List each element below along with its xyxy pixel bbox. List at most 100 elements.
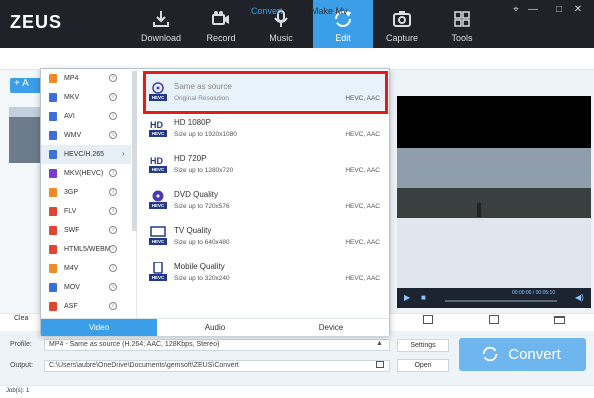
stop-icon[interactable]: ■: [421, 293, 426, 302]
output-path-field[interactable]: C:\Users\aubre\OneDrive\Documents\gemsof…: [44, 360, 390, 372]
convert-button[interactable]: Convert: [459, 338, 586, 371]
hevc-badge: HEVC: [149, 166, 167, 173]
selection-highlight: [143, 71, 388, 114]
preset-name: HD 1080P: [174, 118, 211, 127]
format-list: MP4 i MKV i AVI i WMV i HEVC/H.265 › MKV(HEVC) i 3GP…: [41, 69, 137, 318]
download-icon: [153, 11, 169, 27]
clean-button[interactable]: Clea: [14, 315, 28, 322]
info-icon[interactable]: i: [109, 112, 117, 120]
info-icon[interactable]: i: [109, 302, 117, 310]
minimize-button[interactable]: —: [527, 4, 539, 15]
open-button[interactable]: Open: [397, 359, 449, 372]
format-name: FLV: [64, 208, 77, 215]
profile-field[interactable]: MP4 - Same as source (H.264; AAC, 128Kbp…: [44, 339, 390, 351]
info-icon[interactable]: i: [109, 188, 117, 196]
format-list-scrollbar[interactable]: [132, 71, 137, 231]
popup-tabs: Video Audio Device: [41, 318, 389, 336]
nav-record-label: Record: [206, 33, 236, 43]
format-file-icon: [49, 169, 57, 178]
play-icon[interactable]: ▶: [404, 293, 410, 302]
info-icon[interactable]: i: [109, 74, 117, 82]
format-item[interactable]: 3GP i: [41, 183, 131, 202]
format-name: SWF: [64, 227, 80, 234]
tab-audio[interactable]: Audio: [157, 318, 273, 336]
maximize-button[interactable]: □: [553, 4, 565, 15]
format-item[interactable]: MKV(HEVC) i: [41, 164, 131, 183]
video-preview: [397, 148, 591, 288]
convert-label: Convert: [508, 346, 561, 363]
hd-icon: HD HEVC: [149, 154, 167, 174]
preset-description: Size up to 640x480: [174, 239, 230, 246]
format-name: 3GP: [64, 189, 79, 196]
preset-description: Size up to 1280x720: [174, 167, 234, 174]
format-item[interactable]: MKV i: [41, 88, 131, 107]
timecode: 00:00:00 / 00:05:10: [512, 290, 556, 296]
settings-button[interactable]: Settings: [397, 339, 449, 352]
preset-item[interactable]: HEVC Mobile Quality Size up to 320x240 HEVC…: [142, 254, 388, 290]
profile-label: Profile:: [10, 341, 32, 348]
folder-icon[interactable]: [554, 316, 565, 324]
convert-icon: [482, 346, 498, 362]
nav-music-label: Music: [269, 33, 293, 43]
camera-icon: [212, 11, 229, 25]
tab-convert[interactable]: Convert: [251, 6, 283, 16]
nav-record[interactable]: Record: [191, 0, 251, 48]
hevc-badge: HEVC: [149, 202, 167, 209]
format-file-icon: [49, 112, 57, 121]
video-trees: [397, 188, 591, 218]
seek-bar[interactable]: [445, 300, 557, 302]
screenshot-icon[interactable]: [423, 315, 433, 324]
preset-item[interactable]: HD HEVC HD 1080P Size up to 1920x1080 HEVC, …: [142, 110, 388, 146]
format-item[interactable]: HEVC/H.265 ›: [41, 145, 131, 164]
format-item[interactable]: WMV i: [41, 126, 131, 145]
preset-item[interactable]: HEVC TV Quality Size up to 640x480 HEVC, AA…: [142, 218, 388, 254]
nav-capture[interactable]: Capture: [372, 0, 432, 48]
pin-button[interactable]: ⌖: [510, 4, 522, 15]
info-icon[interactable]: i: [109, 131, 117, 139]
preset-name: HD 720P: [174, 154, 207, 163]
format-name: MKV(HEVC): [64, 170, 104, 177]
volume-icon[interactable]: ◀): [575, 293, 584, 302]
nav-capture-label: Capture: [385, 33, 419, 43]
format-name: MKV: [64, 94, 80, 101]
preset-description: Size up to 1920x1080: [174, 131, 237, 138]
add-file-button[interactable]: + A: [10, 78, 42, 93]
format-item[interactable]: MOV i: [41, 278, 131, 297]
info-icon[interactable]: i: [109, 264, 117, 272]
format-item[interactable]: FLV i: [41, 202, 131, 221]
format-item[interactable]: MP4 i: [41, 69, 131, 88]
preset-codec: HEVC, AAC: [345, 203, 380, 210]
browse-folder-icon[interactable]: [376, 361, 384, 368]
chevron-up-icon[interactable]: ▲: [376, 340, 383, 347]
info-icon[interactable]: i: [109, 169, 117, 177]
format-item[interactable]: M4V i: [41, 259, 131, 278]
preset-codec: HEVC, AAC: [345, 167, 380, 174]
nav-edit-label: Edit: [335, 33, 351, 43]
file-thumbnail-header: [9, 107, 41, 117]
info-icon[interactable]: i: [109, 226, 117, 234]
format-file-icon: [49, 302, 57, 311]
app-logo: ZEUS: [10, 12, 63, 32]
info-icon[interactable]: i: [109, 207, 117, 215]
format-item[interactable]: AVI i: [41, 107, 131, 126]
nav-tools[interactable]: Tools: [432, 0, 492, 48]
image-icon[interactable]: [489, 315, 499, 324]
tab-device[interactable]: Device: [273, 318, 389, 336]
preset-description: Size up to 720x576: [174, 203, 230, 210]
format-item[interactable]: HTML5/WEBM i: [41, 240, 131, 259]
format-file-icon: [49, 207, 57, 216]
video-letterbox: [397, 96, 591, 148]
format-item[interactable]: ASF i: [41, 297, 131, 316]
info-icon[interactable]: i: [109, 245, 117, 253]
info-icon[interactable]: i: [109, 283, 117, 291]
video-person: [477, 203, 481, 217]
format-item[interactable]: SWF i: [41, 221, 131, 240]
nav-download[interactable]: Download: [131, 0, 191, 48]
tab-video[interactable]: Video: [41, 318, 157, 336]
tab-make-mv[interactable]: Make Mv: [311, 6, 348, 16]
hevc-badge: HEVC: [149, 274, 167, 281]
info-icon[interactable]: i: [109, 93, 117, 101]
preset-item[interactable]: HD HEVC HD 720P Size up to 1280x720 HEVC, AA…: [142, 146, 388, 182]
preset-item[interactable]: HEVC DVD Quality Size up to 720x576 HEVC, A…: [142, 182, 388, 218]
close-button[interactable]: ✕: [572, 4, 584, 15]
